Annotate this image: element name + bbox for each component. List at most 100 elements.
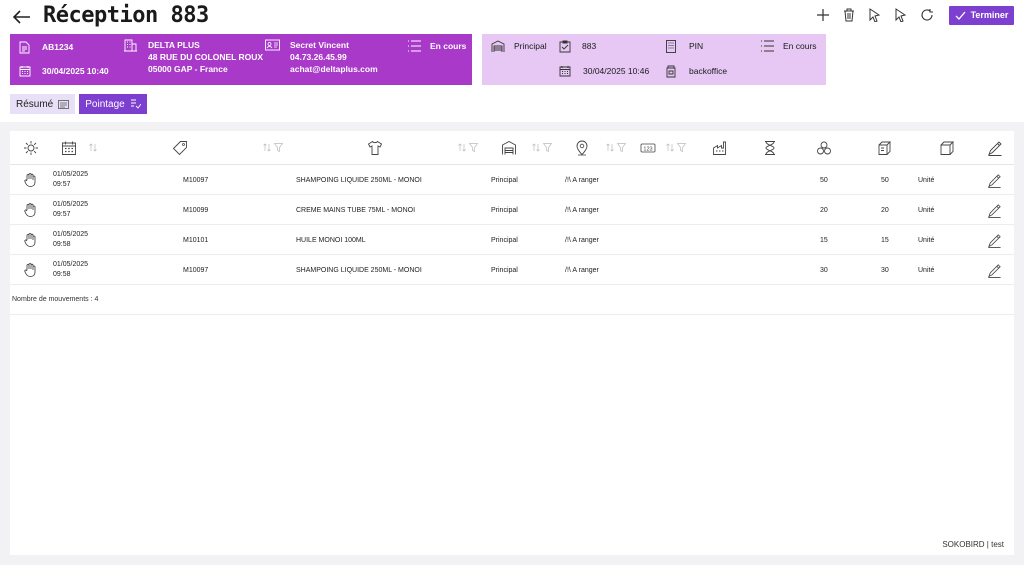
filter-icon[interactable] — [617, 143, 626, 152]
filter-icon[interactable] — [677, 143, 686, 152]
reception-date-cell: 30/04/2025 10:46 — [559, 64, 649, 78]
supplier-contact-name: Secret Vincent — [290, 40, 349, 50]
table-row[interactable]: 01/05/2025 09:58 M10097 SHAMPOING LIQUIDE 2… — [10, 255, 1014, 285]
sort-icon[interactable] — [606, 143, 614, 152]
finish-button[interactable]: Terminer — [949, 5, 1014, 25]
supplier-email[interactable]: achat@deltaplus.com — [290, 63, 378, 75]
top-bar: Réception 883 Terminer AB1234 30/04/2025… — [0, 0, 1024, 122]
divider — [10, 314, 1014, 315]
row-datetime: 01/05/2025 09:58 — [53, 255, 88, 285]
edit-pen-icon[interactable] — [987, 165, 1002, 195]
row-datetime: 01/05/2025 09:58 — [53, 225, 88, 255]
row-ref: M10099 — [183, 206, 209, 214]
reception-device-cell: backoffice — [665, 64, 727, 78]
row-qty-received: 15 — [881, 236, 889, 244]
sort-filter-controls[interactable] — [532, 143, 552, 152]
sort-filter-controls[interactable] — [458, 143, 478, 152]
sun-icon — [24, 141, 38, 155]
sort-icon[interactable] — [89, 143, 97, 152]
sort-filter-controls[interactable] — [263, 143, 283, 152]
row-qty-expected: 20 — [820, 206, 828, 214]
table-row[interactable]: 01/05/2025 09:57 M10097 SHAMPOING LIQUIDE 2… — [10, 165, 1014, 195]
row-warehouse: Principal — [491, 206, 518, 214]
supplier-date: 30/04/2025 10:40 — [42, 66, 109, 76]
brand-label: SOKOBIRD | test — [942, 540, 1004, 549]
table-row[interactable]: 01/05/2025 09:57 M10099 CREME MAINS TUBE 75… — [10, 195, 1014, 225]
sort-filter-controls[interactable] — [666, 143, 686, 152]
hand-icon[interactable] — [24, 195, 36, 225]
sort-icon[interactable] — [458, 143, 466, 152]
toolbar-actions: Terminer — [813, 5, 1014, 25]
row-designation: SHAMPOING LIQUIDE 250ML - MONOI — [296, 266, 422, 274]
row-warehouse: Principal — [491, 266, 518, 274]
edit-pen-icon[interactable] — [987, 255, 1002, 285]
warehouse-icon — [491, 39, 505, 52]
svg-text:123: 123 — [643, 146, 652, 152]
supplier-status-cell: En cours — [407, 39, 466, 53]
sort-icon[interactable] — [263, 143, 271, 152]
factory-icon — [713, 141, 726, 155]
number-icon: 123 — [640, 143, 656, 153]
table-header: 123 — [10, 131, 1014, 165]
reception-warehouse-cell: Principal — [491, 39, 547, 53]
tab-resume[interactable]: Résumé — [10, 94, 76, 114]
add-icon[interactable] — [813, 5, 833, 25]
hourglass-icon — [765, 141, 775, 155]
supplier-status: En cours — [430, 41, 467, 51]
movements-panel: 123 01/05/2025 09:57 M10097 SHAMPOING LIQUI… — [10, 131, 1014, 555]
table-row[interactable]: 01/05/2025 09:58 M10101 HUILE MONOI 100ML Pr… — [10, 225, 1014, 255]
reception-pin: PIN — [689, 41, 704, 51]
view-tabs: Résumé Pointage — [10, 94, 147, 114]
row-date: 01/05/2025 — [53, 171, 89, 178]
tab-resume-label: Résumé — [16, 98, 54, 110]
cursor-icon[interactable] — [891, 5, 911, 25]
reception-number-cell: 883 — [559, 39, 596, 53]
row-time: 09:58 — [53, 241, 71, 248]
row-qty-received: 50 — [881, 176, 889, 184]
reception-number: 883 — [582, 41, 597, 51]
filter-icon[interactable] — [469, 143, 478, 152]
trash-icon[interactable] — [839, 5, 859, 25]
tab-pointage-label: Pointage — [85, 98, 125, 110]
hand-icon[interactable] — [24, 255, 36, 285]
supplier-company: DELTA PLUS — [148, 40, 200, 50]
cursor-select-icon[interactable] — [865, 5, 885, 25]
calendar-icon[interactable] — [61, 140, 77, 156]
row-location: /!\ A ranger — [565, 266, 599, 274]
hand-icon[interactable] — [24, 225, 36, 255]
row-ref: M10097 — [183, 266, 209, 274]
tab-pointage[interactable]: Pointage — [79, 94, 147, 114]
supplier-address: 48 RUE DU COLONEL ROUX — [148, 52, 264, 62]
edit-pen-icon[interactable] — [987, 225, 1002, 255]
warehouse-icon — [502, 140, 516, 155]
row-warehouse: Principal — [491, 176, 518, 184]
check-icon — [955, 11, 966, 20]
row-date: 01/05/2025 — [53, 231, 89, 238]
sort-icon[interactable] — [532, 143, 540, 152]
back-arrow-icon[interactable] — [10, 5, 34, 29]
row-datetime: 01/05/2025 09:57 — [53, 165, 88, 195]
row-qty-expected: 50 — [820, 176, 828, 184]
building-icon — [124, 39, 137, 52]
row-datetime: 01/05/2025 09:57 — [53, 195, 88, 225]
row-unit: Unité — [918, 236, 935, 244]
row-qty-received: 20 — [881, 206, 889, 214]
reception-card: Principal 883 30/04/2025 10:46 PIN backo… — [482, 34, 826, 85]
box-icon — [940, 141, 955, 155]
sort-icon[interactable] — [666, 143, 674, 152]
list-icon — [761, 40, 774, 52]
refresh-icon[interactable] — [917, 5, 937, 25]
reception-device: backoffice — [689, 66, 728, 76]
reception-warehouse: Principal — [514, 41, 547, 51]
row-designation: SHAMPOING LIQUIDE 250ML - MONOI — [296, 176, 422, 184]
filter-icon[interactable] — [543, 143, 552, 152]
edit-pen-icon[interactable] — [987, 195, 1002, 225]
filter-icon[interactable] — [274, 143, 283, 152]
keypad-icon — [666, 39, 676, 53]
row-ref: M10097 — [183, 176, 209, 184]
tag-icon — [172, 141, 187, 156]
page-title: Réception 883 — [43, 3, 209, 28]
sort-filter-controls[interactable] — [606, 143, 626, 152]
hand-icon[interactable] — [24, 165, 36, 195]
row-ref: M10101 — [183, 236, 209, 244]
